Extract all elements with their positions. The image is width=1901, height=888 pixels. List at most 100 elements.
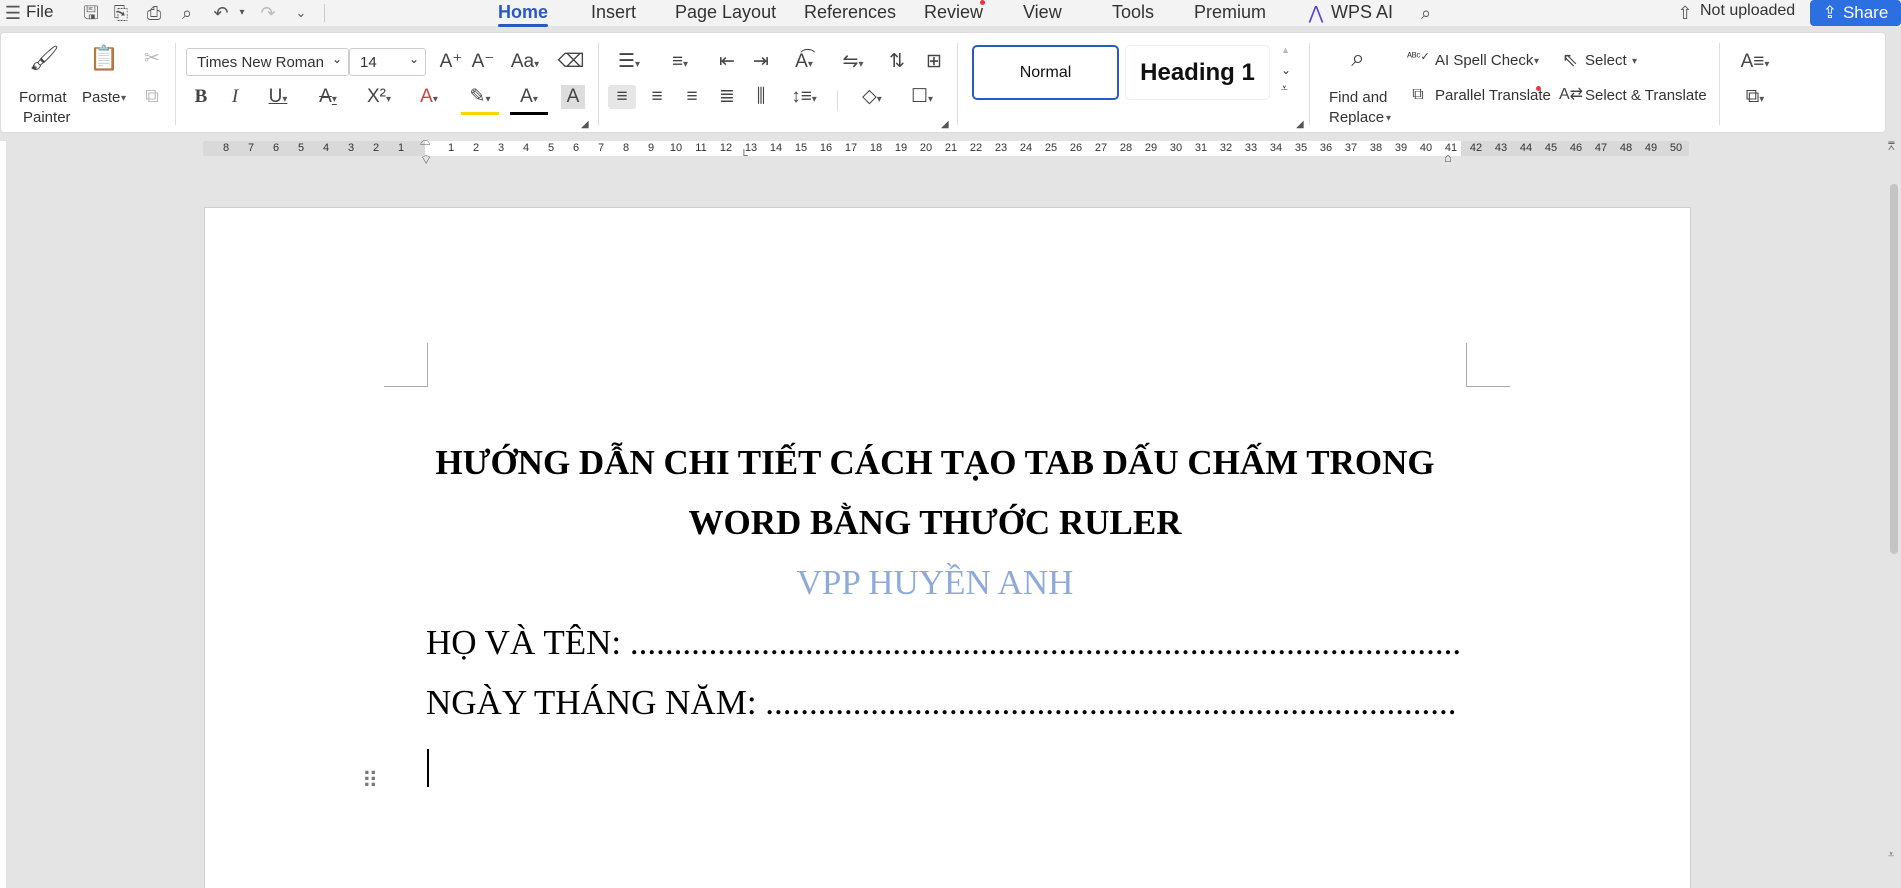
paste-button[interactable]: Paste [82,89,120,106]
find-icon[interactable]: ⌕ [1343,47,1373,71]
tab-insert[interactable]: Insert [591,2,636,23]
style-heading-1[interactable]: Heading 1 [1125,45,1270,100]
document-title-line-2[interactable]: WORD BẰNG THƯỚC RULER [360,503,1510,543]
vertical-scrollbar[interactable]: ⩞ ⩡ [1886,141,1901,888]
increase-font-size-icon[interactable]: A⁺ [439,50,463,74]
cloud-upload-icon[interactable]: ⇧ [1674,2,1696,24]
hanging-indent-marker[interactable]: ⌔ [420,152,432,168]
tab-references[interactable]: References [804,2,896,23]
scrollbar-thumb[interactable] [1890,184,1898,554]
find-replace-dropdown-icon[interactable]: ▾ [1386,113,1391,124]
tab-tools[interactable]: Tools [1112,2,1154,23]
superscript-icon[interactable]: X²▾ [360,85,398,112]
copy-icon[interactable]: ⧉ [139,85,165,109]
share-button[interactable]: ⇪ Share [1810,0,1901,26]
tab-review[interactable]: Review [924,2,983,23]
undo-dropdown-icon[interactable]: ▾ [231,2,253,24]
styles-dialog-launcher-icon[interactable]: ◢ [1296,119,1304,130]
print-icon[interactable]: ⎙ [143,2,165,24]
justify-icon[interactable]: ≣ [713,85,741,109]
wps-ai-icon[interactable]: ⋀ [1305,2,1327,24]
align-left-icon[interactable]: ≡ [608,85,636,109]
hamburger-menu-icon[interactable]: ☰ [2,2,24,24]
paste-dropdown-icon[interactable]: ▾ [121,93,126,104]
tab-home[interactable]: Home [498,2,549,27]
font-color-icon[interactable]: A▾ [510,85,548,115]
increase-indent-icon[interactable]: ⇥ [749,50,773,74]
customize-toolbar-icon[interactable]: ⌄ [290,2,312,24]
ruler-number: 8 [222,142,230,154]
paragraph-dialog-launcher-icon[interactable]: ◢ [941,119,949,130]
styles-more-icon[interactable]: ⩡ [1281,81,1288,96]
underline-icon[interactable]: U▾ [261,85,295,112]
ruler-number: 49 [1644,142,1658,154]
find-replace-label-2[interactable]: Replace [1329,109,1384,126]
sort-icon[interactable]: ⇅ [885,50,909,74]
ai-spell-check-dropdown-icon[interactable]: ▾ [1534,56,1539,67]
strikethrough-icon[interactable]: A▾ [311,85,345,112]
style-normal[interactable]: Normal [972,45,1119,100]
format-painter-icon[interactable]: 🖌 [29,47,59,71]
align-right-icon[interactable]: ≡ [678,85,706,109]
tab-stop-marker[interactable]: └ [740,150,748,162]
document-line-date[interactable]: NGÀY THÁNG NĂM: ........................… [426,683,1457,723]
select-translate-button[interactable]: Select & Translate [1585,87,1707,104]
bold-icon[interactable]: B [189,85,213,109]
font-size-dropdown[interactable]: 14 ⌄ [349,48,426,76]
paragraph-drag-handle-icon[interactable]: ⠿ [362,768,378,794]
tab-view[interactable]: View [1023,2,1062,23]
upload-status[interactable]: Not uploaded [1700,2,1795,20]
distributed-icon[interactable]: ⫼ [747,85,775,109]
scroll-down-icon[interactable]: ⩡ [1888,849,1894,862]
parallel-translate-button[interactable]: Parallel Translate [1435,87,1551,104]
paste-icon[interactable]: 📋 [89,47,119,71]
italic-icon[interactable]: I [223,85,247,109]
tab-premium[interactable]: Premium [1194,2,1266,23]
line-spacing-icon[interactable]: ↕≡▾ [785,85,823,112]
format-painter-label-2[interactable]: Painter [23,109,71,126]
tab-page-layout[interactable]: Page Layout [675,2,776,23]
text-effects-icon[interactable]: A▾ [410,85,448,112]
tab-wps-ai[interactable]: WPS AI [1331,2,1393,23]
print-preview-icon[interactable]: ⌕ [176,2,198,24]
file-menu[interactable]: File [26,2,53,22]
redo-icon[interactable]: ↷ [257,2,279,24]
format-painter-label-1[interactable]: Format [19,89,67,106]
scroll-up-icon[interactable]: ⩞ [1888,141,1895,154]
font-dialog-launcher-icon[interactable]: ◢ [581,119,589,130]
right-indent-marker[interactable]: ⌂ [1444,150,1452,165]
styles-scroll-down-icon[interactable]: ⌄ [1281,63,1291,77]
document-subtitle[interactable]: VPP HUYỀN ANH [360,563,1510,603]
shading-icon[interactable]: ◇▾ [853,85,891,112]
arrange-icon[interactable]: ⧉▾ [1737,85,1773,112]
export-icon[interactable]: ⎘ [110,2,132,24]
styles-scroll-up-icon[interactable]: ▲ [1281,45,1290,55]
undo-icon[interactable]: ↶ [210,2,232,24]
document-title-line-1[interactable]: HƯỚNG DẪN CHI TIẾT CÁCH TẠO TAB DẤU CHẤM… [360,443,1510,483]
show-hide-marks-icon[interactable]: ⊞ [921,50,947,74]
borders-icon[interactable]: ☐▾ [903,85,941,112]
ai-spell-check-button[interactable]: AI Spell Check [1435,52,1533,69]
select-button[interactable]: Select [1585,52,1627,69]
search-icon[interactable]: ⌕ [1415,2,1437,24]
text-tools-icon[interactable]: A≡▾ [1737,50,1773,77]
select-dropdown-icon[interactable]: ▾ [1632,56,1637,67]
line-spacing-options-icon[interactable]: ⇋▾ [835,50,871,77]
save-icon[interactable]: 🖫 [80,2,102,24]
decrease-font-size-icon[interactable]: A⁻ [471,50,495,74]
document-line-name[interactable]: HỌ VÀ TÊN: .............................… [426,623,1461,663]
align-center-icon[interactable]: ≡ [643,85,671,109]
cut-icon[interactable]: ✂ [139,47,165,71]
font-name-dropdown[interactable]: Times New Roman ⌄ [186,48,349,76]
text-direction-icon[interactable]: A͡▾ [786,50,822,77]
change-case-icon[interactable]: Aa▾ [508,50,542,77]
decrease-indent-icon[interactable]: ⇤ [715,50,739,74]
bullets-icon[interactable]: ☰▾ [611,50,647,77]
numbering-icon[interactable]: ≡▾ [662,50,698,77]
toolbar-divider [324,4,325,22]
character-shading-icon[interactable]: A [561,85,585,109]
clear-formatting-icon[interactable]: ⌫ [557,50,585,74]
highlight-color-icon[interactable]: ✎▾ [461,85,499,115]
first-line-indent-marker[interactable]: ⌓ [420,133,430,149]
find-replace-label-1[interactable]: Find and [1329,89,1387,106]
